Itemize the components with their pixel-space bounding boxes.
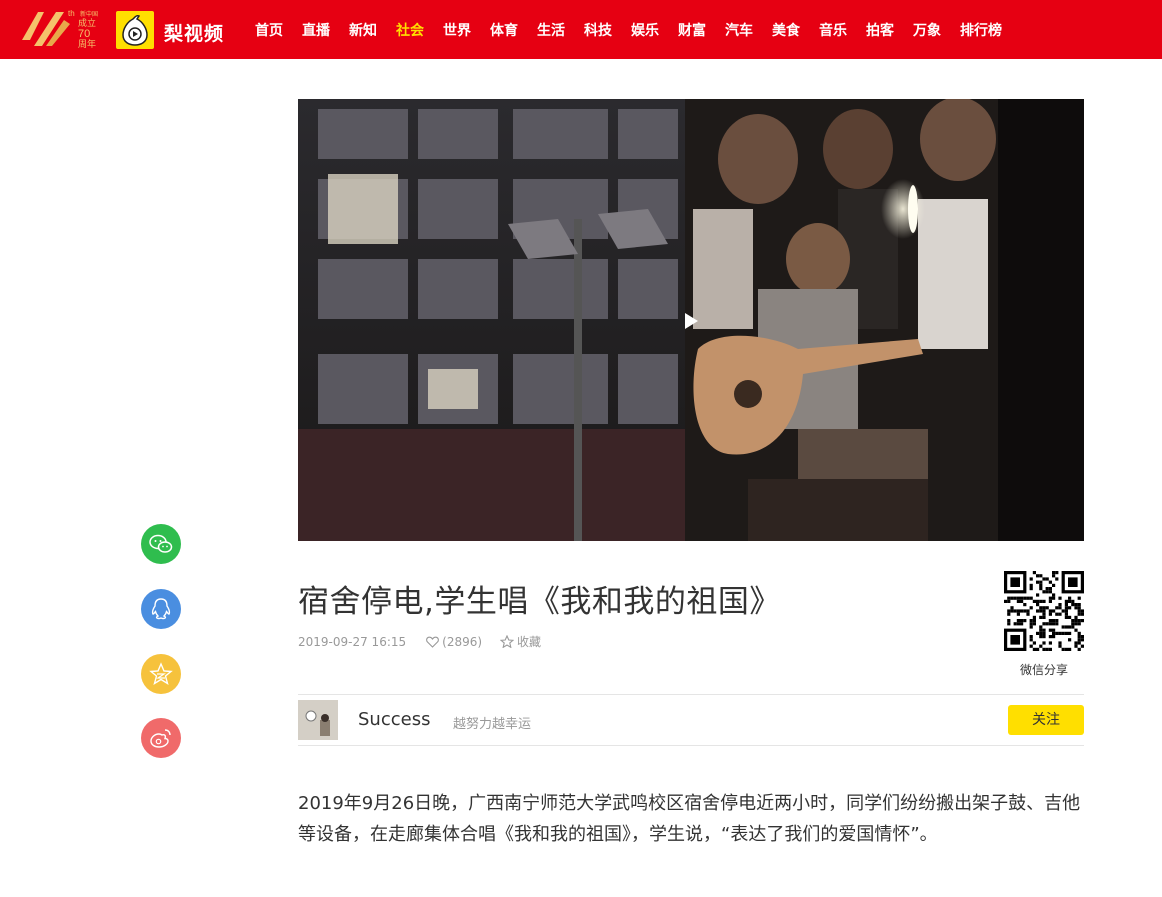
wechat-share-qr-code (1004, 571, 1084, 651)
author-signature: 越努力越幸运 (453, 717, 532, 732)
nav-item[interactable]: 新知 (349, 20, 377, 40)
nav-item[interactable]: 排行榜 (960, 20, 1002, 40)
share-qzone-button[interactable] (141, 654, 181, 694)
qr-label: 微信分享 (1019, 663, 1068, 677)
favorite-label: 收藏 (517, 635, 542, 649)
logo-th: th (68, 9, 75, 18)
author-name[interactable]: Success (358, 709, 430, 730)
qq-icon (151, 598, 171, 620)
top-navigation-bar: th 新中国 成立 70 周年 梨视频 首页 直播 新知 社会 世界 体育 生活 科技 娱乐 财富… (0, 0, 1162, 59)
wechat-icon (149, 534, 173, 553)
nav-item[interactable]: 科技 (584, 20, 612, 40)
svg-text:70: 70 (78, 28, 90, 40)
nav-item[interactable]: 美食 (772, 20, 800, 40)
nav-item[interactable]: 首页 (255, 20, 283, 40)
publish-date: 2019-09-27 16:15 (298, 634, 407, 649)
favorite-button[interactable]: 收藏 (500, 633, 541, 650)
like-button[interactable]: (2896) (426, 635, 482, 649)
nav-item[interactable]: 世界 (443, 20, 471, 40)
pear-video-logo-icon[interactable] (116, 11, 154, 49)
video-meta: 2019-09-27 16:15 (2896) 收藏 (298, 633, 541, 650)
nav-item[interactable]: 万象 (913, 20, 941, 40)
nav-item[interactable]: 财富 (678, 20, 706, 40)
nav-item[interactable]: 直播 (302, 20, 330, 40)
brand-name[interactable]: 梨视频 (164, 19, 224, 46)
share-wechat-button[interactable] (141, 524, 181, 564)
video-title: 宿舍停电,学生唱《我和我的祖国》 (298, 584, 781, 620)
share-qq-button[interactable] (141, 589, 181, 629)
play-icon[interactable] (675, 306, 705, 336)
follow-button[interactable]: 关注 (1008, 705, 1084, 735)
anniversary-70-logo[interactable]: th 新中国 成立 70 周年 (20, 6, 110, 52)
nav-item[interactable]: 拍客 (866, 20, 894, 40)
video-description: 2019年9月26日晚，广西南宁师范大学武鸣校区宿舍停电近两小时，同学们纷纷搬出… (298, 793, 1081, 845)
qzone-icon (149, 662, 173, 686)
nav-item[interactable]: 汽车 (725, 20, 753, 40)
heart-icon (426, 636, 440, 648)
author-bar: Success 越努力越幸运 关注 (298, 694, 1084, 746)
nav-item[interactable]: 音乐 (819, 20, 847, 40)
star-icon (500, 635, 515, 648)
main-nav: 首页 直播 新知 社会 世界 体育 生活 科技 娱乐 财富 汽车 美食 音乐 拍客 万象 排行榜 (255, 0, 1021, 59)
svg-text:新中国: 新中国 (80, 10, 98, 18)
weibo-icon (150, 729, 171, 748)
share-weibo-button[interactable] (141, 718, 181, 758)
nav-item[interactable]: 娱乐 (631, 20, 659, 40)
svg-text:周年: 周年 (78, 38, 96, 50)
nav-item[interactable]: 生活 (537, 20, 565, 40)
nav-item[interactable]: 社会 (396, 20, 424, 40)
like-count: (2896) (442, 634, 483, 649)
avatar[interactable] (298, 700, 338, 740)
video-player[interactable] (298, 99, 1084, 541)
nav-item[interactable]: 体育 (490, 20, 518, 40)
